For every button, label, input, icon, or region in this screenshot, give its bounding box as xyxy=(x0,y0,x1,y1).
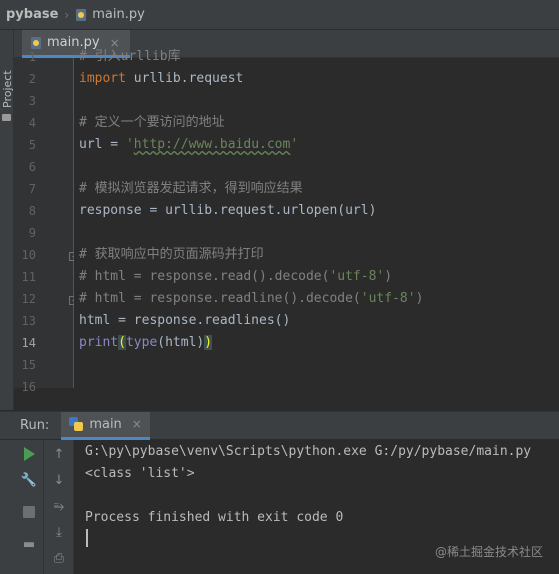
up-arrow-icon[interactable]: ↑ xyxy=(51,446,67,462)
console-line: G:\py\pybase\venv\Scripts\python.exe G:/… xyxy=(85,444,532,459)
line-number: 7 xyxy=(28,182,36,196)
comment-token: ) xyxy=(384,269,393,284)
keyword-token: import xyxy=(79,71,126,86)
code-line-4: # 定义一个要访问的地址 xyxy=(79,115,225,130)
code-line-13: html = response.readlines() xyxy=(79,313,291,328)
project-tool-strip: Project xyxy=(0,30,14,410)
code-line-11: # html = response.read().decode('utf-8') xyxy=(79,266,392,288)
line-number: 16 xyxy=(21,380,36,394)
line-number: 13 xyxy=(21,314,36,328)
stop-button[interactable] xyxy=(21,504,37,520)
line-number: 4 xyxy=(28,116,36,130)
run-toolbar-primary: 🔧 ▬ xyxy=(14,440,44,574)
line-number: 15 xyxy=(21,358,36,372)
line-number: 2 xyxy=(28,72,36,86)
code-line-1: # 引入urllib库 xyxy=(79,49,181,64)
run-tool-window-header: Run: main × xyxy=(0,411,559,440)
run-console[interactable]: G:\py\pybase\venv\Scripts\python.exe G:/… xyxy=(74,440,559,574)
line-number: 10 xyxy=(21,248,36,262)
wrench-icon[interactable]: 🔧 xyxy=(21,472,37,488)
stop-icon xyxy=(23,506,35,518)
line-number: 3 xyxy=(28,94,36,108)
run-tab-main[interactable]: main × xyxy=(61,411,150,440)
matched-paren: ) xyxy=(204,335,213,350)
soft-wrap-icon[interactable]: ⥱ xyxy=(51,498,67,514)
string-quote: ' xyxy=(290,137,299,152)
code-line-14: print(type(html)) xyxy=(79,332,213,354)
code-token: url = xyxy=(79,137,126,152)
run-tab-label: main xyxy=(89,416,122,432)
url-link[interactable]: http://www.baidu.com xyxy=(134,137,291,152)
play-icon xyxy=(23,447,35,461)
line-number: 6 xyxy=(28,160,36,174)
console-line: Process finished with exit code 0 xyxy=(85,510,344,525)
close-icon[interactable]: × xyxy=(132,417,142,431)
breadcrumb-file[interactable]: main.py xyxy=(92,7,145,22)
code-line-12: # html = response.readline().decode('utf… xyxy=(79,288,423,310)
line-number-current: 14 xyxy=(21,336,36,350)
string-quote: ' xyxy=(125,137,134,152)
python-file-icon xyxy=(75,8,87,22)
layout-icon[interactable]: ▬ xyxy=(21,536,37,552)
run-label: Run: xyxy=(20,418,50,433)
code-line-5: url = 'http://www.baidu.com' xyxy=(79,134,298,156)
line-number: 5 xyxy=(28,138,36,152)
watermark: @稀土掘金技术社区 xyxy=(434,545,543,559)
code-token: urllib.request xyxy=(125,71,244,86)
python-icon xyxy=(69,417,84,431)
breadcrumb: pybase › main.py xyxy=(0,0,559,30)
text-cursor xyxy=(86,529,88,547)
project-tool-button[interactable]: Project xyxy=(1,70,14,108)
line-number: 12 xyxy=(21,292,36,306)
string-token: 'utf-8' xyxy=(360,291,416,306)
line-number-gutter: 1 2 3 4 5 6 7 8 9 10 11 12 13 14 15 16 –… xyxy=(14,50,78,394)
line-number: 8 xyxy=(28,204,36,218)
print-icon[interactable]: ⎙ xyxy=(51,550,67,566)
left-edge-strip xyxy=(0,440,14,574)
comment-token: # html = response.read().decode( xyxy=(79,269,330,284)
console-line: <class 'list'> xyxy=(85,466,195,481)
scroll-to-end-icon[interactable]: ⤓ xyxy=(51,524,67,540)
builtin-token: print xyxy=(79,335,119,350)
comment-token: ) xyxy=(415,291,424,306)
code-token: (html) xyxy=(157,335,205,350)
code-line-7: # 模拟浏览器发起请求，得到响应结果 xyxy=(79,181,303,196)
code-editor[interactable]: # 引入urllib库 import urllib.request # 定义一个… xyxy=(74,49,559,388)
rerun-button[interactable] xyxy=(21,446,37,462)
breadcrumb-separator-icon: › xyxy=(64,7,70,22)
down-arrow-icon[interactable]: ↓ xyxy=(51,472,67,488)
line-number: 11 xyxy=(21,270,36,284)
line-number: 1 xyxy=(28,50,36,64)
string-token: 'utf-8' xyxy=(329,269,385,284)
folder-icon xyxy=(2,114,11,121)
builtin-token: type xyxy=(125,335,158,350)
code-line-8: response = urllib.request.urlopen(url) xyxy=(79,203,377,218)
run-toolbar-secondary: ↑ ↓ ⥱ ⤓ ⎙ xyxy=(44,440,74,574)
code-line-10: # 获取响应中的页面源码并打印 xyxy=(79,247,264,262)
breadcrumb-project[interactable]: pybase xyxy=(0,7,58,22)
comment-token: # html = response.readline().decode( xyxy=(79,291,361,306)
matched-paren: ( xyxy=(118,335,126,350)
line-number: 9 xyxy=(28,226,36,240)
code-line-2: import urllib.request xyxy=(79,68,243,90)
